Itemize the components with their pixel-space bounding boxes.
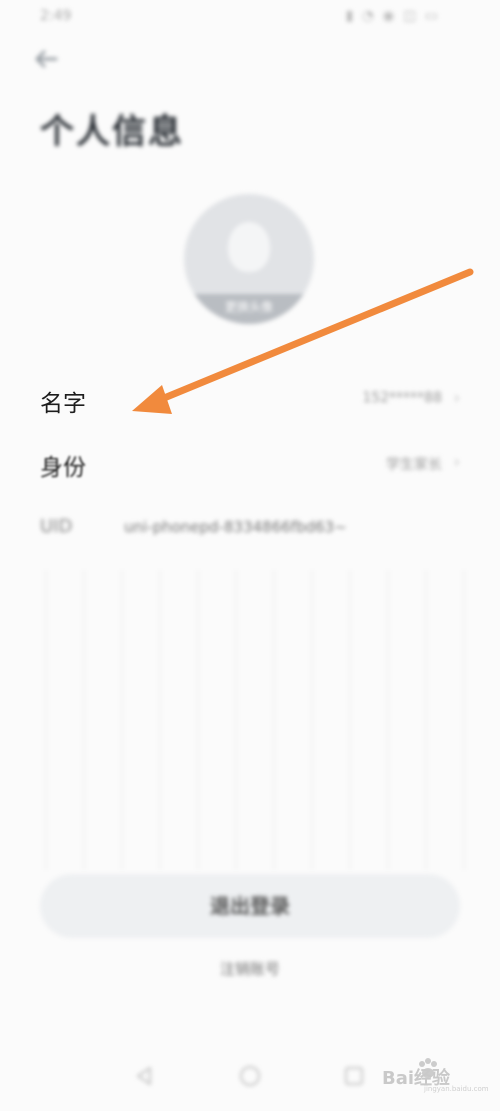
row-name[interactable]: 名字 152*****88 › bbox=[40, 380, 460, 420]
row-identity[interactable]: 身份 学生家长 › bbox=[40, 444, 460, 484]
uid-value: uni-phonepd-8334866fbd63~ bbox=[124, 518, 347, 536]
baidu-watermark: Bai经验 jingyan.baidu.com bbox=[378, 1054, 498, 1094]
logout-button[interactable]: 退出登录 bbox=[40, 874, 460, 938]
status-icons: ▮ ◔ ◉ ◫ ▭ bbox=[345, 8, 440, 24]
status-bar: 2:49 ▮ ◔ ◉ ◫ ▭ bbox=[0, 0, 500, 36]
background-pattern bbox=[10, 570, 490, 870]
identity-label: 身份 bbox=[40, 455, 86, 481]
uid-label: UID bbox=[40, 516, 73, 537]
delete-account-link[interactable]: 注销账号 bbox=[200, 958, 300, 979]
circle-home-icon[interactable] bbox=[238, 1064, 262, 1088]
arrow-left-icon bbox=[35, 50, 58, 68]
back-button[interactable] bbox=[30, 44, 62, 74]
avatar[interactable]: 更换头像 bbox=[184, 194, 314, 324]
page-title: 个人信息 bbox=[40, 112, 184, 152]
identity-value: 学生家长 bbox=[386, 457, 442, 473]
avatar-placeholder-icon bbox=[228, 222, 270, 272]
chevron-right-icon: › bbox=[453, 452, 460, 471]
watermark-subtext: jingyan.baidu.com bbox=[424, 1085, 489, 1093]
name-value: 152*****88 bbox=[362, 390, 442, 406]
square-recent-icon[interactable] bbox=[342, 1064, 366, 1088]
triangle-back-icon[interactable] bbox=[132, 1064, 156, 1088]
change-avatar-label[interactable]: 更换头像 bbox=[184, 294, 314, 324]
name-label: 名字 bbox=[40, 391, 86, 417]
status-time: 2:49 bbox=[40, 8, 72, 24]
annotation-arrow bbox=[132, 268, 474, 414]
row-uid: UID uni-phonepd-8334866fbd63~ bbox=[40, 510, 460, 550]
chevron-right-icon: › bbox=[453, 388, 460, 407]
